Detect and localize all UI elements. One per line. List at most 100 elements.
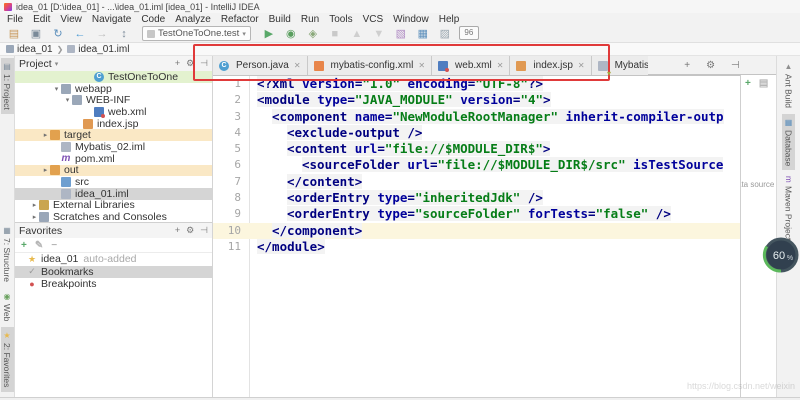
hide-icon[interactable]: ⊣ [200,58,208,69]
step-over-icon[interactable]: ▲ [349,26,365,42]
tab-web-xml[interactable]: web.xml ✕ [432,56,511,75]
favorites-item-idea-01[interactable]: ★ idea_01 auto-added [15,253,212,266]
sort-icon[interactable]: ↕ [116,26,132,42]
events-icon[interactable]: 96 [458,25,479,40]
close-icon[interactable]: ✕ [418,61,425,70]
add-icon[interactable]: + [21,240,27,251]
code-line-8[interactable]: 8 <orderEntry type="inheritedJdk" /> [213,190,740,206]
code-token: "4" [520,92,544,108]
code-line-6[interactable]: 6 <sourceFolder url="file://$MODULE_DIR$/… [213,157,740,173]
breadcrumb-item-idea-01[interactable]: idea_01 [6,44,53,55]
hide-icon[interactable]: ⊣ [200,225,208,236]
code-line-7[interactable]: 7 </content> [213,173,740,190]
tree-item-testonetoone[interactable]: C TestOneToOne [15,71,212,83]
hide-icon[interactable]: ⊣ [731,60,740,71]
remove-icon[interactable]: − [51,240,57,251]
code-line-9[interactable]: 9 <orderEntry type="sourceFolder" forTest… [213,206,740,222]
add-icon[interactable]: + [745,78,751,89]
code-line-2[interactable]: 2 <module type="JAVA_MODULE" version="4"> [213,92,740,108]
tree-item-index-jsp[interactable]: index.jsp [15,118,212,130]
menu-item-view[interactable]: View [55,14,87,25]
intellij-logo-icon [4,2,12,11]
menu-item-navigate[interactable]: Navigate [87,14,136,25]
settings-icon[interactable]: ⚙ [186,58,194,69]
tool-window-button-database[interactable]: ▦ Database [782,114,795,171]
code-line-1[interactable]: 1 <?xml version="1.0" encoding="UTF-8"?> [213,76,740,92]
tool-window-button-2-favorites[interactable]: ★ 2: Favorites [0,327,14,392]
save-icon[interactable]: ▣ [28,26,44,42]
stop-icon[interactable]: ■ [327,26,343,42]
tree-item-web-inf[interactable]: ▾ WEB-INF [15,94,212,106]
menu-item-edit[interactable]: Edit [28,14,55,25]
forward-icon[interactable]: → [94,26,110,42]
close-icon[interactable]: ✕ [497,61,504,70]
sync-icon[interactable]: ↻ [50,26,66,42]
debug-icon[interactable]: ◉ [283,26,299,42]
tab-index-jsp[interactable]: index.jsp ✕ [510,56,592,75]
menu-item-run[interactable]: Run [296,14,324,25]
chevron-down-icon[interactable]: ▾ [55,60,59,68]
tree-item-pom-xml[interactable]: m pom.xml [15,153,212,165]
chevron-right-icon[interactable]: ▸ [30,213,39,221]
close-icon[interactable]: ✕ [578,61,585,70]
settings-icon[interactable]: ⚙ [186,225,194,236]
chevron-down-icon[interactable]: ▾ [63,96,72,104]
breadcrumb-item-idea-01-iml[interactable]: idea_01.iml [67,44,129,55]
tool-window-button-7-structure[interactable]: ▦ 7: Structure [1,222,14,286]
edit-icon[interactable]: ✎ [35,240,43,251]
code-line-5[interactable]: 5 <content url="file://$MODULE_DIR$"> [213,141,740,157]
tab-person-java[interactable]: C Person.java ✕ [213,56,308,75]
tree-item-mybatis-02-iml[interactable]: Mybatis_02.iml [15,141,212,153]
csdn-progress-badge[interactable]: 60 % [762,236,800,279]
code-line-11[interactable]: 11 </module> [213,238,740,255]
changes-icon[interactable]: ▨ [437,26,453,42]
menu-item-analyze[interactable]: Analyze [170,14,216,25]
paste-icon[interactable]: ▤ [759,78,768,89]
tree-item-idea-01-iml[interactable]: idea_01.iml [15,188,212,200]
step-into-icon[interactable]: ▼ [371,26,387,42]
tree-item-webapp[interactable]: ▾ webapp [15,83,212,95]
menu-item-tools[interactable]: Tools [324,14,357,25]
code-line-4[interactable]: 4 <exclude-output /> [213,124,740,141]
editor-area[interactable]: C Person.java ✕ mybatis-config.xml ✕ web.xml ✕… [213,56,740,397]
chevron-right-icon[interactable]: ▸ [30,201,39,209]
code-editor[interactable]: 1 <?xml version="1.0" encoding="UTF-8"?> 2… [213,76,740,255]
chevron-right-icon[interactable]: ▸ [41,131,50,139]
table-icon[interactable]: ▦ [415,26,431,42]
close-icon[interactable]: ✕ [294,61,301,70]
tree-item-external-libraries[interactable]: ▸ External Libraries [15,199,212,211]
tree-item-src[interactable]: src [15,176,212,188]
run-icon[interactable]: ▶ [261,26,277,42]
tree-item-web-xml[interactable]: web.xml [15,106,212,118]
menu-item-window[interactable]: Window [388,14,434,25]
tab-mybatis-config-xml[interactable]: mybatis-config.xml ✕ [307,56,433,75]
run-configuration-select[interactable]: TestOneToOne.test ▾ [142,26,251,41]
tool-window-button-1-project[interactable]: ▤ 1: Project [0,58,14,114]
menu-item-build[interactable]: Build [264,14,296,25]
menu-item-code[interactable]: Code [136,14,170,25]
locate-icon[interactable]: + [175,225,180,236]
tool-window-button-web[interactable]: ◉ Web [1,288,14,325]
replace-icon[interactable]: ▧ [393,26,409,42]
favorites-item-bookmarks[interactable]: ✓ Bookmarks [15,265,212,278]
tree-item-target[interactable]: ▸ target [15,129,212,141]
locate-icon[interactable]: + [175,58,180,69]
open-icon[interactable]: ▤ [6,26,22,42]
favorites-item-breakpoints[interactable]: ● Breakpoints [15,278,212,291]
left-strip-top-group: ▤ 1: Project [0,58,14,114]
tool-window-header-buttons: + ⚙ ⊣ [648,56,776,75]
coverage-icon[interactable]: ◈ [305,26,321,42]
chevron-down-icon[interactable]: ▾ [52,85,61,93]
back-icon[interactable]: ← [72,26,88,42]
code-line-3[interactable]: 3 <component name="NewModuleRootManager" … [213,108,740,125]
menu-item-vcs[interactable]: VCS [358,14,389,25]
chevron-right-icon[interactable]: ▸ [41,166,50,174]
menu-item-refactor[interactable]: Refactor [216,14,264,25]
tool-window-button-ant-build[interactable]: ▲ Ant Build [782,58,795,112]
menu-item-help[interactable]: Help [434,14,465,25]
tree-item-out[interactable]: ▸ out [15,164,212,176]
menu-item-file[interactable]: File [2,14,28,25]
settings-icon[interactable]: ⚙ [706,60,715,71]
locate-icon[interactable]: + [684,60,690,71]
code-line-10[interactable]: 10 </component> [213,222,740,239]
